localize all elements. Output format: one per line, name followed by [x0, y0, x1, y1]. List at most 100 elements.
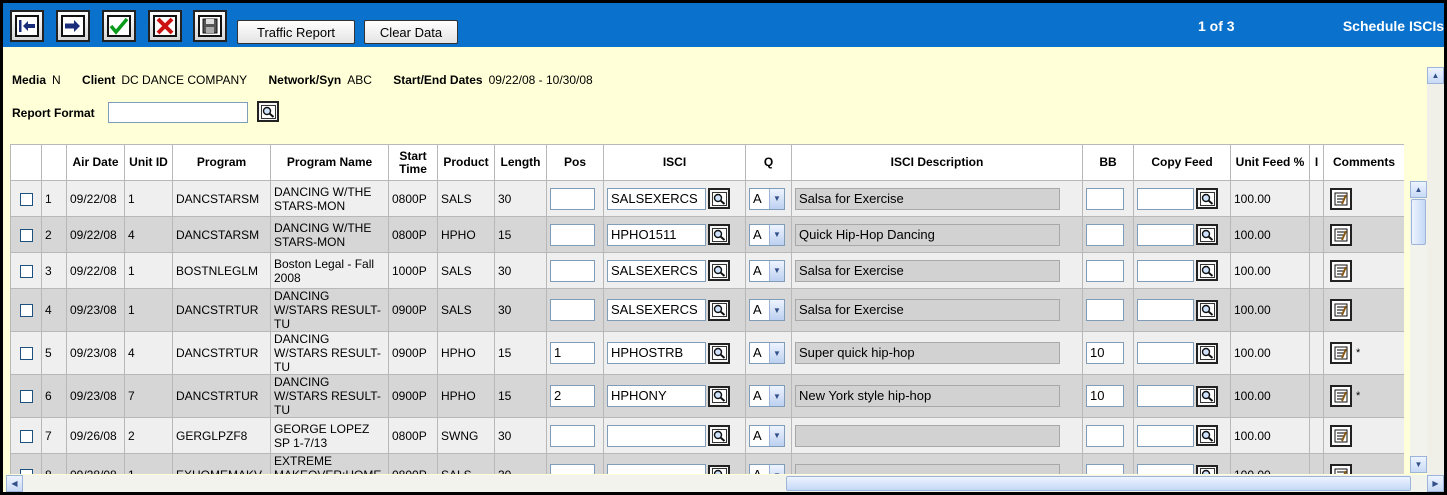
grid-scroll-down-arrow[interactable]: ▼	[1410, 456, 1427, 473]
pos-input[interactable]	[550, 299, 595, 321]
pos-input[interactable]	[550, 259, 595, 282]
unit-id-cell: 1	[124, 453, 173, 474]
copy-feed-input[interactable]	[1137, 299, 1194, 321]
isci-lookup-button[interactable]	[708, 464, 730, 474]
page-scroll-up-arrow[interactable]: ▲	[1427, 67, 1444, 84]
row-select-checkbox[interactable]	[20, 304, 33, 318]
pos-input[interactable]: 2	[550, 385, 595, 407]
row-select-checkbox[interactable]	[20, 228, 33, 242]
row-select-checkbox[interactable]	[20, 192, 33, 206]
q-select[interactable]: A▼	[749, 385, 785, 407]
grid-vertical-scrollbar[interactable]: ▲ ▼	[1410, 181, 1427, 473]
copy-feed-lookup-button[interactable]	[1196, 260, 1218, 281]
q-select-value: A	[753, 427, 762, 443]
horizontal-scroll-thumb[interactable]	[786, 476, 1411, 491]
isci-input[interactable]	[607, 464, 706, 474]
copy-feed-input[interactable]	[1137, 187, 1194, 210]
q-select[interactable]: A▼	[749, 223, 785, 246]
q-select[interactable]: A▼	[749, 464, 785, 474]
copy-feed-lookup-button[interactable]	[1196, 425, 1218, 446]
q-select[interactable]: A▼	[749, 299, 785, 321]
scroll-right-arrow[interactable]: ▶	[1427, 475, 1444, 492]
comment-button[interactable]	[1330, 187, 1352, 210]
save-button[interactable]	[193, 10, 227, 42]
first-button[interactable]	[10, 10, 44, 42]
pos-input[interactable]	[550, 223, 595, 246]
isci-lookup-button[interactable]	[708, 224, 730, 245]
comment-button[interactable]	[1330, 223, 1352, 246]
comment-button[interactable]	[1330, 299, 1352, 321]
copy-feed-input[interactable]	[1137, 342, 1194, 364]
comment-button[interactable]	[1330, 424, 1352, 447]
copy-feed-lookup-button[interactable]	[1196, 385, 1218, 407]
start-time-cell: 1000P	[388, 252, 438, 289]
isci-lookup-button[interactable]	[708, 385, 730, 407]
i-cell	[1309, 453, 1324, 474]
row-select-checkbox[interactable]	[20, 390, 33, 404]
isci-lookup-button[interactable]	[708, 299, 730, 321]
pos-input[interactable]	[550, 424, 595, 447]
q-select[interactable]: A▼	[749, 187, 785, 210]
pos-input[interactable]	[550, 187, 595, 210]
report-format-input[interactable]	[108, 102, 248, 123]
horizontal-scrollbar[interactable]: ◀ ▶	[6, 475, 1444, 492]
isci-input[interactable]	[607, 424, 706, 447]
red-x-icon	[153, 15, 177, 37]
isci-lookup-button[interactable]	[708, 425, 730, 446]
report-format-lookup-button[interactable]	[257, 101, 279, 122]
bb-input[interactable]	[1086, 424, 1124, 447]
isci-input[interactable]: HPHOSTRB	[607, 342, 706, 364]
traffic-report-button[interactable]: Traffic Report	[237, 20, 355, 44]
cancel-button[interactable]	[148, 10, 182, 42]
clear-data-button[interactable]: Clear Data	[364, 20, 458, 44]
q-select[interactable]: A▼	[749, 424, 785, 447]
grid-scroll-up-arrow[interactable]: ▲	[1410, 181, 1427, 198]
bb-input[interactable]: 10	[1086, 342, 1124, 364]
bb-input[interactable]	[1086, 299, 1124, 321]
copy-feed-lookup-button[interactable]	[1196, 342, 1218, 364]
page-vertical-scrollbar[interactable]: ▲ ▼	[1427, 67, 1444, 492]
copy-feed-lookup-button[interactable]	[1196, 464, 1218, 474]
isci-lookup-button[interactable]	[708, 342, 730, 364]
comment-button[interactable]	[1330, 385, 1352, 407]
next-button[interactable]	[56, 10, 90, 42]
scroll-left-arrow[interactable]: ◀	[6, 475, 23, 492]
isci-input[interactable]: SALSEXERCS	[607, 187, 706, 210]
comment-button[interactable]	[1330, 464, 1352, 474]
copy-feed-input[interactable]	[1137, 259, 1194, 282]
isci-input[interactable]: SALSEXERCS	[607, 259, 706, 282]
pos-input[interactable]: 1	[550, 342, 595, 364]
grid-scroll-thumb[interactable]	[1411, 199, 1426, 245]
isci-input[interactable]: HPHONY	[607, 385, 706, 407]
row-select-checkbox[interactable]	[20, 429, 33, 443]
row-select-checkbox[interactable]	[20, 469, 33, 474]
magnifier-lookup-icon	[711, 389, 727, 403]
isci-input[interactable]: SALSEXERCS	[607, 299, 706, 321]
copy-feed-input[interactable]	[1137, 464, 1194, 474]
isci-lookup-button[interactable]	[708, 188, 730, 209]
accept-button[interactable]	[102, 10, 136, 42]
copy-feed-lookup-button[interactable]	[1196, 188, 1218, 209]
isci-lookup-button[interactable]	[708, 260, 730, 281]
isci-input[interactable]: HPHO1511	[607, 223, 706, 246]
row-select-checkbox[interactable]	[20, 264, 33, 278]
bb-input[interactable]	[1086, 187, 1124, 210]
client-value: DC DANCE COMPANY	[121, 73, 248, 87]
q-select[interactable]: A▼	[749, 259, 785, 282]
program-name-cell: Boston Legal - Fall 2008	[270, 252, 389, 289]
bb-input[interactable]: 10	[1086, 385, 1124, 407]
copy-feed-input[interactable]	[1137, 385, 1194, 407]
pos-input[interactable]	[550, 464, 595, 474]
comment-button[interactable]	[1330, 259, 1352, 282]
copy-feed-input[interactable]	[1137, 424, 1194, 447]
copy-feed-input[interactable]	[1137, 223, 1194, 246]
bb-input[interactable]	[1086, 223, 1124, 246]
row-select-checkbox[interactable]	[20, 347, 33, 361]
copy-feed-lookup-button[interactable]	[1196, 299, 1218, 321]
unit-id-cell: 1	[124, 288, 173, 332]
bb-input[interactable]	[1086, 259, 1124, 282]
bb-input[interactable]	[1086, 464, 1124, 474]
q-select[interactable]: A▼	[749, 342, 785, 364]
copy-feed-lookup-button[interactable]	[1196, 224, 1218, 245]
comment-button[interactable]	[1330, 342, 1352, 364]
